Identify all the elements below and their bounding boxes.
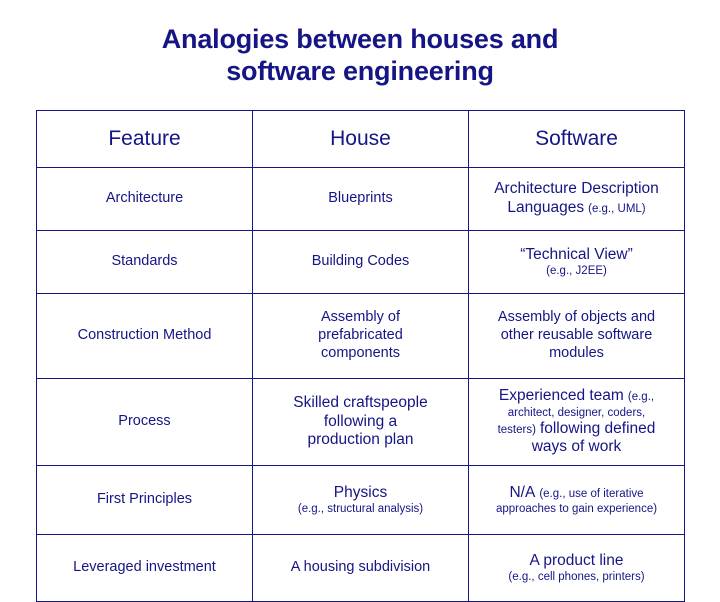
cell-feature-leveraged-investment: Leveraged investment xyxy=(36,534,253,602)
analogy-table: Feature House Software Architecture Blue… xyxy=(36,110,685,602)
slide: Analogies between houses and software en… xyxy=(0,0,720,602)
cell-house-leveraged-investment: A housing subdivision xyxy=(252,534,469,602)
cell-software-architecture: Architecture Description Languages (e.g.… xyxy=(468,167,685,231)
house-construction-line-3: components xyxy=(321,344,400,361)
page-title-line-1: Analogies between houses and xyxy=(161,24,559,54)
software-construction-line-1: Assembly of objects and xyxy=(497,309,656,326)
page-title-line-2: software engineering xyxy=(226,55,494,86)
software-construction-line-2: other reusable software xyxy=(500,327,653,344)
cell-house-architecture: Blueprints xyxy=(252,167,469,231)
software-process-note-2: architect, designer, coders, xyxy=(507,406,646,419)
table-row: Construction Method Assembly of prefabri… xyxy=(36,293,685,379)
software-standards-main: “Technical View” xyxy=(520,245,633,263)
software-leveraged-main: A product line xyxy=(529,551,624,569)
table-row: Standards Building Codes “Technical View… xyxy=(36,230,685,294)
column-header-house: House xyxy=(252,110,469,168)
software-construction-line-3: modules xyxy=(549,344,604,361)
cell-software-leveraged-investment: A product line (e.g., cell phones, print… xyxy=(468,534,685,602)
cell-software-construction-method: Assembly of objects and other reusable s… xyxy=(468,293,685,379)
cell-house-construction-method: Assembly of prefabricated components xyxy=(252,293,469,379)
cell-house-process: Skilled craftspeople following a product… xyxy=(252,378,469,466)
software-process-note-1: (e.g., xyxy=(627,390,655,403)
house-first-principles-main: Physics xyxy=(333,483,388,501)
software-process-main-2: following defined xyxy=(539,419,656,437)
cell-house-standards: Building Codes xyxy=(252,230,469,294)
cell-feature-construction-method: Construction Method xyxy=(36,293,253,379)
column-header-feature: Feature xyxy=(36,110,253,168)
software-architecture-line-1: Architecture Description xyxy=(494,180,659,198)
cell-feature-architecture: Architecture xyxy=(36,167,253,231)
software-architecture-note: (e.g., UML) xyxy=(588,203,646,215)
table-row: First Principles Physics (e.g., structur… xyxy=(36,465,685,535)
column-header-software: Software xyxy=(468,110,685,168)
table-row: Architecture Blueprints Architecture Des… xyxy=(36,167,685,231)
table-row: Leveraged investment A housing subdivisi… xyxy=(36,534,685,602)
software-architecture-line-2: Languages xyxy=(507,199,585,216)
software-process-main-3: ways of work xyxy=(531,438,622,456)
table-row: Process Skilled craftspeople following a… xyxy=(36,378,685,466)
software-process-main: Experienced team xyxy=(498,386,624,404)
analogy-table-container: Feature House Software Architecture Blue… xyxy=(36,110,685,602)
page-title: Analogies between houses and software en… xyxy=(0,0,720,88)
software-leveraged-note: (e.g., cell phones, printers) xyxy=(508,571,645,584)
software-first-principles-main: N/A xyxy=(509,483,536,501)
software-first-principles-note-1: (e.g., use of iterative xyxy=(539,487,644,500)
house-process-line-3: production plan xyxy=(307,431,414,449)
table-header-row: Feature House Software xyxy=(36,110,685,168)
cell-feature-standards: Standards xyxy=(36,230,253,294)
cell-feature-process: Process xyxy=(36,378,253,466)
house-construction-line-2: prefabricated xyxy=(318,327,403,344)
software-standards-note: (e.g., J2EE) xyxy=(546,265,607,278)
cell-feature-first-principles: First Principles xyxy=(36,465,253,535)
cell-software-first-principles: N/A (e.g., use of iterative approaches t… xyxy=(468,465,685,535)
cell-software-standards: “Technical View” (e.g., J2EE) xyxy=(468,230,685,294)
house-construction-line-1: Assembly of xyxy=(321,309,400,326)
cell-software-process: Experienced team (e.g., architect, desig… xyxy=(468,378,685,466)
house-process-line-1: Skilled craftspeople xyxy=(293,393,428,411)
house-process-line-2: following a xyxy=(323,412,398,430)
software-process-note-3: testers) xyxy=(497,423,536,436)
house-first-principles-note: (e.g., structural analysis) xyxy=(297,503,424,516)
software-first-principles-note-2: approaches to gain experience) xyxy=(495,503,658,516)
cell-house-first-principles: Physics (e.g., structural analysis) xyxy=(252,465,469,535)
